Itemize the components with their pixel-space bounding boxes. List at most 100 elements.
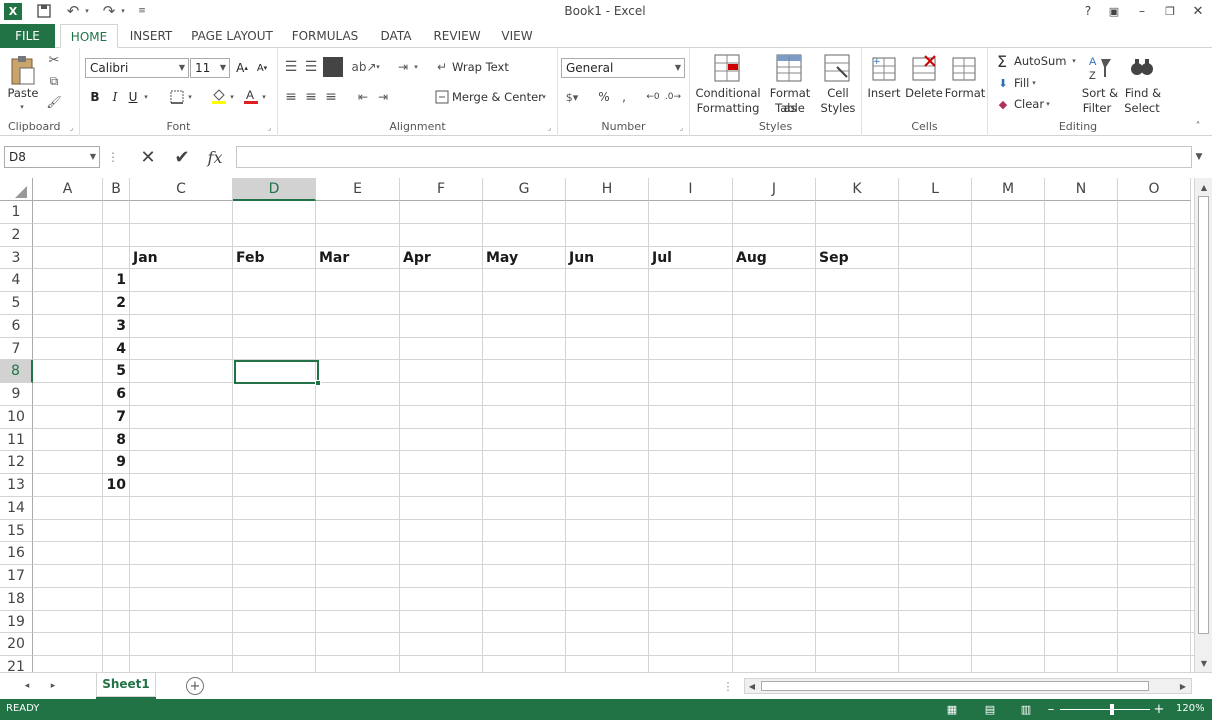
row-header-16[interactable]: 16 [0,542,33,565]
tab-page-layout[interactable]: PAGE LAYOUT [186,24,278,48]
select-all-corner[interactable] [0,178,33,201]
cell-month-header[interactable]: Mar [319,247,349,269]
decrease-decimal-icon[interactable]: .0→ [664,88,682,106]
format-cells-icon[interactable] [950,52,978,84]
number-launcher-icon[interactable]: ⌟ [677,123,686,132]
cell-month-header[interactable]: May [486,247,518,269]
zoom-slider-thumb[interactable] [1110,704,1114,715]
column-header-k[interactable]: K [816,178,899,201]
undo-icon[interactable]: ↶ [64,2,82,20]
font-launcher-icon[interactable]: ⌟ [265,123,274,132]
splitter-icon[interactable]: ⋮ [723,678,734,694]
wrap-text-button[interactable]: Wrap Text [452,60,509,75]
active-cell-border[interactable] [234,360,319,384]
conditional-formatting-label-1[interactable]: Conditional [694,86,762,101]
cell-styles-label-2[interactable]: Styles [818,101,858,116]
sort-filter-label-1[interactable]: Sort & [1078,86,1122,101]
row-header-1[interactable]: 1 [0,201,33,224]
column-header-m[interactable]: M [972,178,1045,201]
cell-month-header[interactable]: Sep [819,247,849,269]
formula-input[interactable] [236,146,1192,168]
close-icon[interactable]: ✕ [1190,3,1206,19]
row-header-18[interactable]: 18 [0,587,33,611]
column-header-i[interactable]: I [649,178,733,201]
bold-button[interactable]: B [88,88,102,106]
scroll-up-icon[interactable]: ▲ [1197,180,1211,194]
row-header-2[interactable]: 2 [0,223,33,247]
cell-number[interactable]: 9 [103,451,126,473]
collapse-ribbon-icon[interactable]: ˄ [1190,120,1206,132]
align-right-icon[interactable]: ≡ [322,88,340,106]
align-bottom-icon[interactable] [323,57,343,77]
cell-number[interactable]: 2 [103,292,126,314]
increase-font-icon[interactable]: A ▴ [234,60,250,76]
row-header-15[interactable]: 15 [0,519,33,543]
cell-number[interactable]: 10 [103,474,126,496]
row-header-14[interactable]: 14 [0,496,33,520]
save-icon[interactable] [36,3,52,19]
merge-center-button[interactable]: Merge & Center [452,90,543,105]
cell-month-header[interactable]: Jul [652,247,672,269]
percent-style-icon[interactable]: % [596,88,612,106]
cell-styles-icon[interactable] [822,52,852,84]
scroll-down-icon[interactable]: ▼ [1197,656,1211,670]
tab-insert[interactable]: INSERT [124,24,178,48]
align-top-icon[interactable]: ☰ [282,58,300,76]
vertical-scrollbar[interactable]: ▲ ▼ [1194,178,1212,672]
ribbon-display-icon[interactable]: ▣ [1106,3,1122,19]
find-select-label-2[interactable]: Select [1122,101,1162,116]
cell-number[interactable]: 3 [103,315,126,337]
italic-button[interactable]: I [108,88,122,106]
cell-number[interactable]: 4 [103,338,126,360]
row-header-20[interactable]: 20 [0,633,33,656]
column-header-f[interactable]: F [400,178,483,201]
clear-label[interactable]: Clear [1014,97,1044,112]
row-header-6[interactable]: 6 [0,314,33,338]
row-header-13[interactable]: 13 [0,474,33,497]
column-header-j[interactable]: J [733,178,816,201]
paste-icon[interactable] [8,54,38,86]
restore-icon[interactable]: ❐ [1162,3,1178,19]
tab-home[interactable]: HOME [60,24,118,48]
minimize-icon[interactable]: – [1134,3,1150,19]
row-header-12[interactable]: 12 [0,451,33,474]
redo-icon[interactable]: ↷ [100,2,118,20]
borders-dropdown-icon[interactable]: ▾ [186,90,194,104]
tab-data[interactable]: DATA [372,24,420,48]
zoom-out-icon[interactable]: – [1044,701,1058,717]
row-header-11[interactable]: 11 [0,428,33,452]
fill-handle[interactable] [315,380,321,386]
redo-dropdown-icon[interactable]: ▾ [119,4,127,18]
sort-filter-icon[interactable]: AZ [1086,52,1114,84]
fill-color-dropdown-icon[interactable]: ▾ [228,90,236,104]
cut-icon[interactable]: ✂ [46,52,62,68]
find-select-label-1[interactable]: Find & [1122,86,1164,101]
delete-cells-label[interactable]: Delete [904,86,944,101]
orientation-dropdown-icon[interactable]: ▾ [374,60,382,74]
column-header-b[interactable]: B [103,178,130,201]
prev-sheet-icon[interactable]: ◂ [20,678,34,694]
page-break-view-icon[interactable]: ▥ [1018,702,1034,716]
cell-number[interactable]: 1 [103,269,126,291]
clipboard-launcher-icon[interactable]: ⌟ [67,123,76,132]
fill-dropdown-icon[interactable]: ▾ [1030,76,1038,90]
font-name-combo[interactable]: Calibri ▼ [85,58,189,78]
normal-view-icon[interactable]: ▦ [944,702,960,716]
cell-number[interactable]: 8 [103,429,126,451]
insert-function-icon[interactable]: fx [204,146,226,168]
column-header-l[interactable]: L [899,178,972,201]
sheet-tab-sheet1[interactable]: Sheet1 [96,673,156,697]
decrease-indent-icon[interactable]: ⇤ [354,88,372,106]
undo-dropdown-icon[interactable]: ▾ [83,4,91,18]
accounting-format-icon[interactable]: $▾ [562,88,582,106]
column-header-g[interactable]: G [483,178,566,201]
zoom-slider[interactable] [1060,709,1150,710]
enter-icon[interactable]: ✔ [172,147,192,168]
vertical-scroll-thumb[interactable] [1198,196,1209,634]
decrease-font-icon[interactable]: A ▾ [254,60,270,76]
cell-number[interactable]: 6 [103,383,126,405]
format-as-table-icon[interactable] [774,52,804,84]
row-header-7[interactable]: 7 [0,337,33,361]
alignment-launcher-icon[interactable]: ⌟ [545,123,554,132]
horizontal-scroll-thumb[interactable] [761,681,1149,691]
